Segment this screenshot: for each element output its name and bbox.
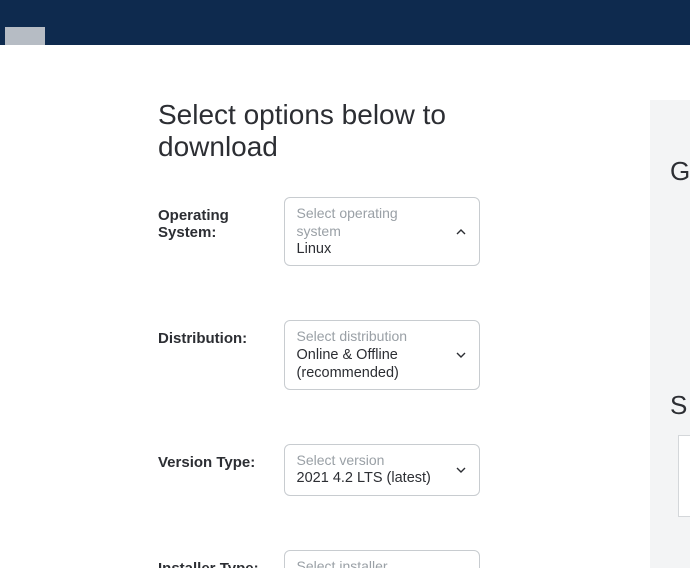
- side-panel: G S: [650, 100, 690, 568]
- distribution-select[interactable]: Select distribution Online & Offline (re…: [284, 320, 480, 390]
- version-type-label: Version Type:: [158, 444, 284, 471]
- select-value: Online & Offline (recommended): [297, 346, 445, 382]
- form-row-operating-system: Operating System: Select operating syste…: [158, 197, 480, 266]
- operating-system-label: Operating System:: [158, 197, 284, 241]
- form-row-installer-type: Installer Type: Select installer Online: [158, 550, 480, 568]
- select-placeholder: Select distribution: [297, 328, 445, 346]
- select-placeholder: Select version: [297, 452, 445, 470]
- side-panel-text: S: [670, 390, 687, 421]
- version-type-select[interactable]: Select version 2021 4.2 LTS (latest): [284, 444, 480, 496]
- select-placeholder: Select operating system: [297, 205, 445, 240]
- chevron-up-icon: [455, 226, 467, 238]
- chevron-down-icon: [455, 349, 467, 361]
- installer-type-select[interactable]: Select installer Online: [284, 550, 480, 568]
- chevron-down-icon: [455, 464, 467, 476]
- select-value: 2021 4.2 LTS (latest): [297, 469, 445, 487]
- distribution-label: Distribution:: [158, 320, 284, 347]
- form-row-version-type: Version Type: Select version 2021 4.2 LT…: [158, 444, 480, 496]
- top-banner: [0, 0, 690, 45]
- menu-icon[interactable]: [5, 27, 45, 45]
- download-options-panel: Select options below to download Operati…: [0, 45, 480, 568]
- select-placeholder: Select installer: [297, 558, 445, 568]
- installer-type-label: Installer Type:: [158, 550, 284, 568]
- operating-system-select[interactable]: Select operating system Linux: [284, 197, 480, 266]
- select-value: Linux: [297, 240, 445, 258]
- page-title: Select options below to download: [158, 99, 480, 163]
- side-panel-text: G: [670, 156, 690, 187]
- form-row-distribution: Distribution: Select distribution Online…: [158, 320, 480, 390]
- side-panel-box: [678, 435, 690, 517]
